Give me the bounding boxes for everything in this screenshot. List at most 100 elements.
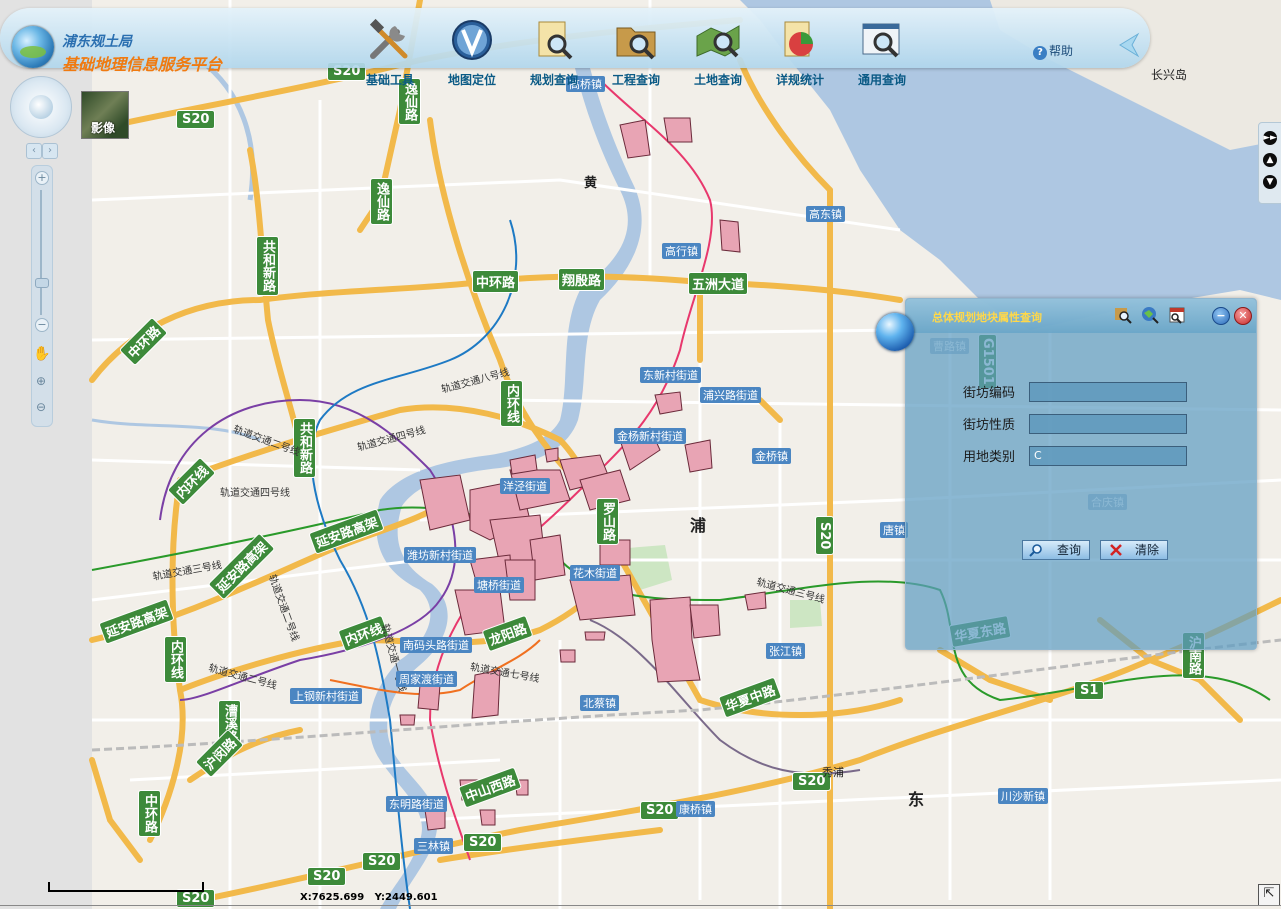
district-label: 北蔡镇 [580, 695, 619, 711]
pan-center-icon[interactable] [29, 95, 53, 119]
toolbar-item-map-locate[interactable]: 地图定位 [432, 18, 512, 88]
land-search-icon [696, 25, 740, 58]
toolbar-label: 土地查询 [693, 73, 742, 87]
toolbar-item-land-query[interactable]: 土地查询 [678, 18, 758, 88]
land-use-type-input[interactable]: C [1029, 446, 1187, 466]
panel-header: 总体规划地块属性查询 − ✕ [906, 299, 1256, 333]
toolbar-item-basic-tools[interactable]: 基础工具 [350, 18, 430, 88]
zoom-slider-thumb[interactable] [35, 278, 49, 288]
district-label: 浦兴路街道 [700, 387, 761, 403]
metro-line-label: 轨道交通四号线 [220, 488, 290, 499]
resize-handle-icon[interactable]: ⇱ [1258, 884, 1280, 906]
rotate-right-icon[interactable]: › [42, 143, 58, 159]
zoom-out-magnifier-icon[interactable]: ⊖ [33, 400, 49, 416]
down-arrow-icon[interactable]: ▼ [1263, 175, 1277, 189]
highway-shield: S20 [463, 833, 503, 852]
toolbar-item-plan-query[interactable]: 规划查询 [514, 18, 594, 88]
district-label: 洋泾街道 [500, 478, 550, 494]
toolbar-item-detail-statistics[interactable]: 详规统计 [760, 18, 840, 88]
field-label: 街坊性质 [963, 418, 1016, 433]
coordinate-readout: X:7625.699 Y:2449.601 [300, 892, 438, 903]
road-label: 中环路 [472, 270, 520, 293]
tools-icon [369, 18, 408, 59]
road-label: 中环路 [138, 790, 161, 837]
help-icon: ? [1033, 46, 1047, 60]
fast-forward-icon[interactable]: ►► [1263, 131, 1277, 145]
y-coordinate: Y:2449.601 [374, 892, 438, 903]
x-coordinate: X:7625.699 [300, 892, 365, 903]
project-search-icon [616, 27, 656, 60]
place-label: 东 [908, 790, 925, 809]
query-button-label: 查询 [1056, 543, 1081, 557]
toolbar-item-general-query[interactable]: 通用查询 [842, 18, 922, 88]
district-label: 高行镇 [662, 243, 701, 259]
header-bar: 浦东规土局 基础地理信息服务平台 基础工具 地图定位 规划查询 工程查询 土地查… [0, 8, 1150, 87]
bottom-border [0, 905, 1281, 906]
close-button[interactable]: ✕ [1234, 307, 1252, 325]
toolbar-label: 通用查询 [857, 73, 906, 87]
help-link[interactable]: ? 帮助 [1033, 42, 1073, 60]
road-label: 罗山路 [596, 498, 619, 545]
district-label: 川沙新镇 [998, 788, 1048, 804]
zoom-out-button[interactable]: − [35, 318, 49, 332]
district-label: 花木街道 [570, 565, 620, 581]
highway-shield: S20 [307, 867, 347, 886]
clear-button[interactable]: 清除 [1100, 540, 1168, 560]
district-label: 东新村街道 [640, 367, 701, 383]
panel-title: 总体规划地块属性查询 [932, 311, 1042, 324]
statistics-icon [784, 21, 813, 57]
imagery-label: 影像 [91, 121, 116, 135]
highway-shield: S20 [815, 516, 834, 556]
panel-globe-icon [876, 313, 914, 351]
map-search-icon[interactable] [1114, 306, 1132, 324]
minimize-button[interactable]: − [1212, 307, 1230, 325]
district-label: 张江镇 [766, 643, 805, 659]
road-label: 翔殷路 [558, 268, 606, 291]
general-search-icon [862, 23, 900, 58]
toolbar-label: 详规统计 [775, 73, 824, 87]
district-label: 高东镇 [806, 206, 845, 222]
app-title: 基础地理信息服务平台 [62, 55, 223, 74]
district-label: 南码头路街道 [400, 637, 472, 653]
scale-bar [48, 882, 204, 892]
zoom-in-magnifier-icon[interactable]: ⊕ [33, 374, 49, 390]
calendar-search-icon[interactable] [1168, 306, 1186, 324]
imagery-layer-toggle[interactable]: 影像 [81, 91, 129, 139]
zoom-slider-track[interactable] [40, 190, 42, 315]
globe-search-icon[interactable] [1141, 306, 1159, 324]
query-button[interactable]: 查询 [1022, 540, 1090, 560]
logo-globe-icon [12, 26, 54, 68]
district-label: 三林镇 [414, 838, 453, 854]
zoom-in-button[interactable]: + [35, 171, 49, 185]
block-code-input[interactable] [1029, 382, 1187, 402]
toolbar-label: 基础工具 [365, 73, 414, 87]
pan-control[interactable] [10, 76, 72, 138]
place-label: 秀浦 [822, 766, 844, 779]
highway-shield: S20 [362, 852, 402, 871]
toolbar-label: 工程查询 [611, 73, 660, 87]
toolbar-label: 地图定位 [447, 73, 496, 87]
district-label: 潍坊新村街道 [404, 547, 476, 563]
district-label: 康桥镇 [676, 801, 715, 817]
district-label: 上钢新村街道 [290, 688, 362, 704]
block-nature-input[interactable] [1029, 414, 1187, 434]
field-label: 街坊编码 [963, 386, 1016, 401]
road-label: 五洲大道 [688, 272, 749, 295]
road-label: 共和新路 [256, 236, 279, 296]
up-arrow-icon[interactable]: ▲ [1263, 153, 1277, 167]
pan-hand-icon[interactable]: ✋ [33, 346, 50, 362]
road-label: 逸仙路 [370, 178, 393, 225]
rotate-left-icon[interactable]: ‹ [26, 143, 42, 159]
toolbar-item-project-query[interactable]: 工程查询 [596, 18, 676, 88]
field-label: 用地类别 [963, 450, 1016, 465]
place-label: 黄 [584, 176, 598, 191]
district-label: 塘桥街道 [474, 577, 524, 593]
org-name: 浦东规土局 [62, 34, 132, 50]
search-icon [1029, 544, 1042, 557]
query-panel: 总体规划地块属性查询 − ✕ 街坊编码 街坊性质 用地类别 C 查询 清除 [905, 298, 1257, 650]
collapse-toolbar-icon[interactable] [1114, 30, 1144, 60]
toolbar-label: 规划查询 [529, 73, 578, 87]
locate-icon [452, 20, 492, 60]
highway-shield: S20 [640, 801, 680, 820]
right-side-controls: ►► ▲ ▼ [1258, 122, 1281, 204]
